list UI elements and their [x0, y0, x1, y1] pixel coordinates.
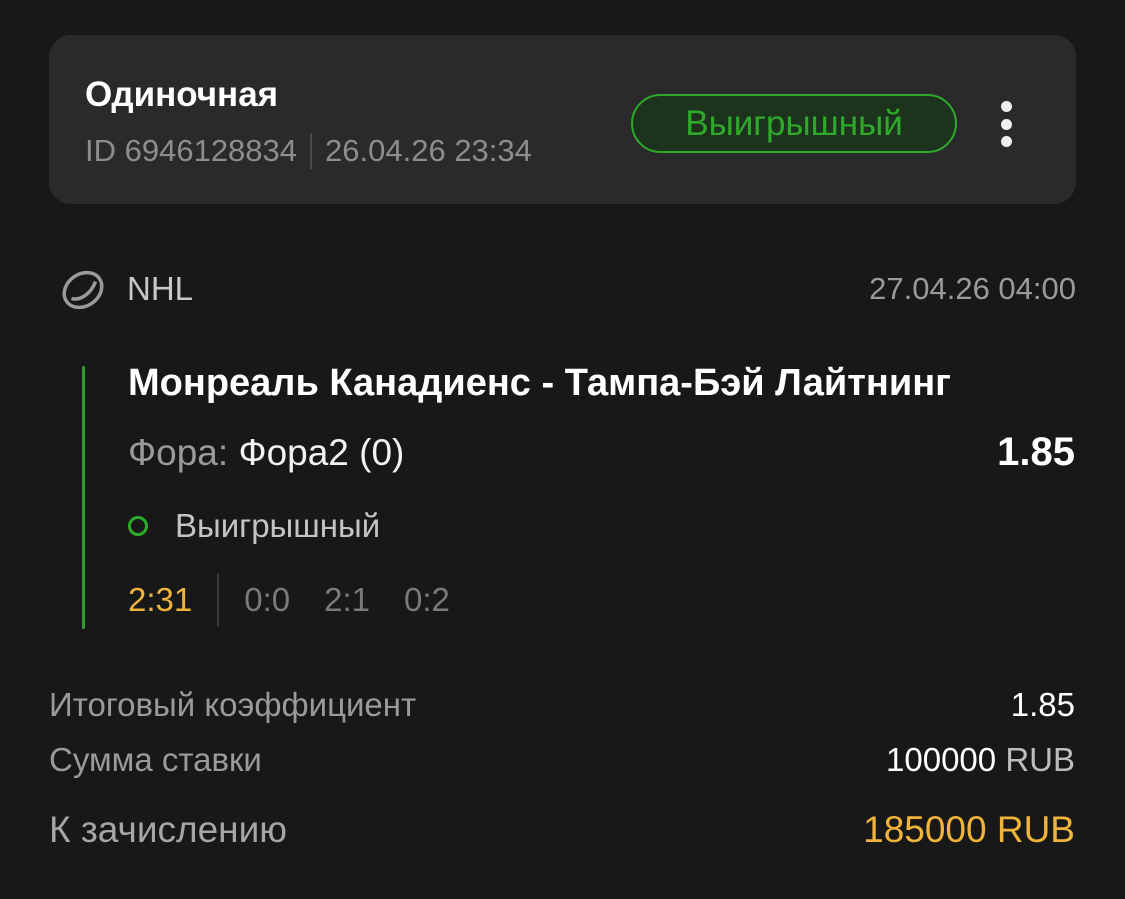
bet-datetime: 26.04.26 23:34 — [325, 133, 532, 168]
bet-id: ID 6946128834 — [85, 133, 298, 168]
stake-currency: RUB — [1005, 741, 1075, 778]
stake-amount: 100000 — [886, 741, 997, 778]
bet-details-screen: Одиночная ID 6946128834 26.04.26 23:34 В… — [0, 0, 1125, 899]
stake-label: Сумма ставки — [49, 741, 262, 778]
event-result: Выигрышный — [175, 507, 381, 544]
league-name: NHL — [127, 270, 194, 307]
period-score: 2:1 — [324, 581, 370, 618]
more-vertical-icon[interactable] — [992, 101, 1020, 147]
score-divider — [217, 574, 220, 626]
status-badge: Выигрышный — [631, 94, 957, 153]
stake-value: 100000 RUB — [886, 741, 1075, 779]
meta-divider — [310, 133, 313, 169]
total-odds-value: 1.85 — [1010, 686, 1075, 723]
payout-label: К зачислению — [49, 809, 288, 850]
period-score: 0:2 — [403, 581, 450, 618]
match-title[interactable]: Монреаль Канадиенс - Тампа-Бэй Лайтнинг — [128, 362, 951, 405]
bet-header-card: Одиночная ID 6946128834 26.04.26 23:34 В… — [49, 35, 1076, 204]
payout-value: 185000 RUB — [863, 809, 1075, 850]
hockey-puck-icon — [62, 270, 104, 310]
event-odds: 1.85 — [997, 430, 1075, 474]
bet-type-title: Одиночная — [85, 75, 279, 114]
market-name: Фора: — [128, 432, 229, 473]
event-start-time: 27.04.26 04:00 — [869, 271, 1076, 306]
bet-meta: ID 6946128834 26.04.26 23:34 — [85, 133, 532, 169]
period-score: 0:0 — [244, 581, 291, 618]
score-row: 2:31 0:0 2:1 0:2 — [128, 574, 484, 626]
market-row: Фора: Фора2 (0) — [128, 432, 404, 474]
market-selection: Фора2 (0) — [238, 432, 405, 473]
final-score: 2:31 — [128, 581, 193, 618]
event-status-line — [82, 366, 85, 629]
result-status-dot — [128, 516, 148, 536]
total-odds-label: Итоговый коэффициент — [49, 686, 417, 723]
